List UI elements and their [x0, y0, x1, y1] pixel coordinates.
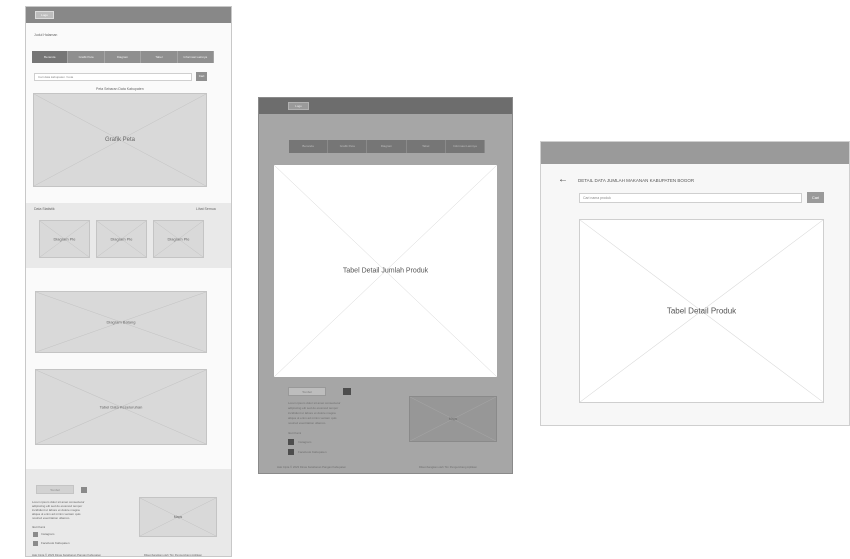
tab-diagram[interactable]: Diagram	[105, 51, 142, 63]
bar-chart-placeholder: Diagram Batang	[35, 291, 207, 353]
top-navbar	[541, 142, 849, 164]
copyright: Hak Cipta © 2023 Dinas Ketahanan Pangan …	[32, 553, 102, 557]
footer-text-4: aliqua ut enim ad minim veniam quis	[288, 416, 337, 420]
social-link-1[interactable]: Instagram	[41, 532, 54, 536]
footer-map: Maps	[409, 396, 497, 442]
facebook-icon[interactable]	[288, 449, 294, 455]
section-title: Data Statistik	[34, 207, 55, 211]
credit: Dikembangkan oleh Tim Pengembang Aplikas…	[419, 465, 477, 469]
social-link-2[interactable]: Facebook Kabupaten	[41, 541, 70, 545]
footer-button[interactable]: Tombol	[36, 485, 74, 494]
logo[interactable]: Logo	[35, 11, 54, 19]
detail-modal: Tabel Detail Jumlah Produk	[274, 165, 497, 377]
table-label: Tabel Detail Produk	[666, 306, 737, 316]
map-small-label: Maps	[173, 515, 183, 519]
map-small-label: Maps	[448, 417, 458, 421]
frame-popup: Logo Beranda Grafik Peta Diagram Tabel I…	[258, 97, 513, 474]
frame-main-page: Logo Judul Halaman Beranda Grafik Peta D…	[25, 6, 232, 557]
follow-label: Ikuti Kami	[288, 431, 302, 435]
nav-tabs: Beranda Grafik Peta Diagram Tabel Inform…	[289, 140, 486, 153]
footer-button[interactable]: Tombol	[288, 387, 326, 396]
tab-beranda[interactable]: Beranda	[32, 51, 69, 63]
footer: Tombol Lorem ipsum dolor sit amet consec…	[26, 469, 231, 557]
tab-informasi[interactable]: Informasi Lainnya	[446, 140, 486, 153]
search-input[interactable]: Cari data kabupaten / kota	[34, 73, 192, 81]
map-placeholder: Grafik Peta	[33, 93, 207, 187]
page-title: DETAIL DATA JUMLAH MAKANAN KABUPATEN BOG…	[578, 178, 695, 183]
pie-label: Diagram Pie	[53, 236, 76, 242]
modal-label: Tabel Detail Jumlah Produk	[342, 267, 429, 275]
search-button[interactable]: Cari	[807, 192, 824, 203]
see-all-link[interactable]: Lihat Semua	[196, 207, 216, 211]
instagram-icon[interactable]	[33, 532, 38, 537]
search-button[interactable]: Cari	[196, 72, 207, 81]
footer-text-1: Lorem ipsum dolor sit amet consectetur	[288, 401, 341, 405]
tab-informasi[interactable]: Informasi Lainnya	[178, 51, 215, 63]
tab-beranda[interactable]: Beranda	[289, 140, 329, 153]
tab-diagram[interactable]: Diagram	[367, 140, 407, 153]
pie-label: Diagram Pie	[167, 236, 190, 242]
tab-tabel[interactable]: Tabel	[407, 140, 446, 153]
instagram-icon[interactable]	[288, 439, 294, 445]
page-title: Judul Halaman	[34, 33, 58, 37]
footer-text-5: nostrud exercitation ullamco.	[288, 421, 327, 425]
pie-chart-1: Diagram Pie	[39, 220, 90, 258]
tab-grafik-peta[interactable]: Grafik Peta	[68, 51, 105, 63]
follow-label: Ikuti Kami	[32, 525, 46, 529]
search-input[interactable]: Cari nama produk	[579, 193, 802, 203]
footer-text-5: nostrud exercitation ullamco.	[32, 516, 71, 520]
footer-text-2: adipiscing elit sed do eiusmod tempor	[288, 406, 339, 410]
pie-chart-2: Diagram Pie	[96, 220, 147, 258]
copyright: Hak Cipta © 2023 Dinas Ketahanan Pangan …	[277, 465, 347, 469]
logo[interactable]: Logo	[288, 102, 309, 110]
tab-grafik-peta[interactable]: Grafik Peta	[328, 140, 368, 153]
data-table-placeholder: Tabel Data Keseluruhan	[35, 369, 207, 445]
map-label: Grafik Peta	[104, 137, 135, 143]
footer-map: Maps	[139, 497, 217, 537]
pie-label: Diagram Pie	[110, 236, 133, 242]
facebook-icon[interactable]	[33, 541, 38, 546]
chart-label: Diagram Batang	[106, 319, 136, 325]
square-icon	[81, 487, 87, 493]
stats-section: Data Statistik Lihat Semua Diagram Pie D…	[26, 203, 231, 268]
table-label: Tabel Data Keseluruhan	[99, 404, 143, 410]
tab-tabel[interactable]: Tabel	[141, 51, 178, 63]
top-navbar: Logo	[26, 7, 231, 23]
square-icon	[343, 388, 351, 395]
frame-detail-page: ← DETAIL DATA JUMLAH MAKANAN KABUPATEN B…	[540, 141, 850, 426]
social-link-2[interactable]: Facebook Kabupaten	[298, 450, 327, 454]
credit: Dikembangkan oleh Tim Pengembang Aplikas…	[144, 553, 202, 557]
back-arrow-icon[interactable]: ←	[558, 175, 568, 185]
top-navbar: Logo	[259, 98, 512, 114]
social-link-1[interactable]: Instagram	[298, 440, 311, 444]
map-caption: Peta Sebaran Data Kabupaten	[96, 87, 144, 91]
pie-chart-3: Diagram Pie	[153, 220, 204, 258]
footer-text-3: incididunt ut labore et dolore magna	[288, 411, 336, 415]
product-table-placeholder: Tabel Detail Produk	[579, 219, 824, 403]
nav-tabs: Beranda Grafik Peta Diagram Tabel Inform…	[32, 51, 215, 63]
